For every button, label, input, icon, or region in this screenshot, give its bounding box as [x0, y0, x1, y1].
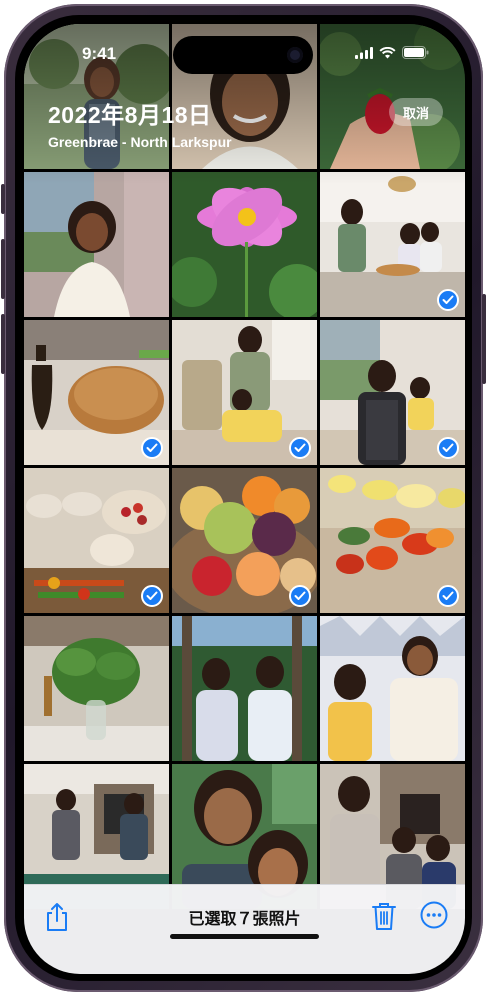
- volume-down-button: [1, 314, 5, 374]
- selected-check-icon: [141, 437, 163, 459]
- cellular-signal-icon: [355, 46, 373, 59]
- home-indicator[interactable]: [170, 934, 319, 939]
- volume-up-button: [1, 239, 5, 299]
- selected-check-icon: [289, 437, 311, 459]
- photo-tile[interactable]: [320, 468, 465, 613]
- power-button: [482, 294, 486, 384]
- more-icon[interactable]: [420, 901, 448, 929]
- wifi-icon: [379, 46, 396, 58]
- photo-tile[interactable]: [24, 616, 169, 761]
- photo-tile[interactable]: [320, 172, 465, 317]
- photo-tile[interactable]: [172, 468, 317, 613]
- photo-tile[interactable]: [320, 320, 465, 465]
- photo-tile[interactable]: [172, 616, 317, 761]
- trash-icon[interactable]: [371, 901, 397, 931]
- photo-tile[interactable]: [24, 320, 169, 465]
- bottom-toolbar: 已選取７張照片: [24, 884, 465, 974]
- selected-check-icon: [437, 585, 459, 607]
- album-date-title: 2022年8月18日: [48, 102, 212, 128]
- screen: 9:41 2022年8月18日 Greenbrae - North Larksp…: [24, 24, 465, 974]
- photo-tile[interactable]: [24, 468, 169, 613]
- dynamic-island: [173, 36, 313, 74]
- battery-icon: [402, 46, 429, 59]
- selected-check-icon: [437, 437, 459, 459]
- selected-check-icon: [289, 585, 311, 607]
- status-icons: [355, 46, 429, 59]
- photo-tile[interactable]: [172, 320, 317, 465]
- photo-tile[interactable]: [320, 616, 465, 761]
- front-camera: [287, 47, 303, 63]
- selected-check-icon: [437, 289, 459, 311]
- photo-grid: [24, 24, 465, 909]
- selection-count-title: 已選取７張照片: [188, 911, 301, 928]
- mute-switch: [1, 184, 5, 214]
- cancel-button[interactable]: 取消: [388, 98, 443, 126]
- photo-tile[interactable]: [24, 172, 169, 317]
- photo-tile[interactable]: [172, 172, 317, 317]
- album-location: Greenbrae - North Larkspur: [48, 134, 232, 150]
- selected-check-icon: [141, 585, 163, 607]
- status-time: 9:41: [82, 44, 117, 63]
